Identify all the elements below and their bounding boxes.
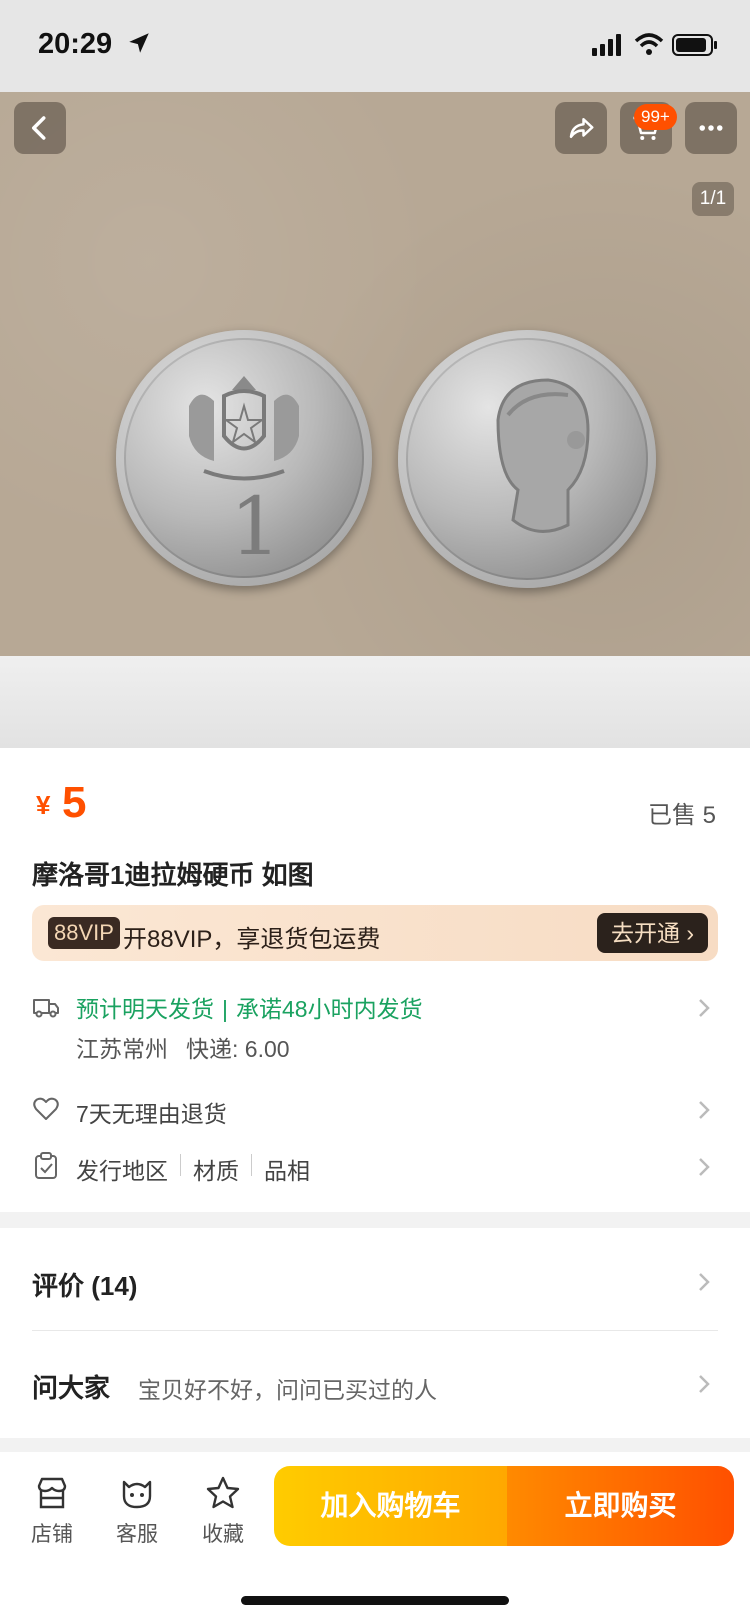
heart-icon xyxy=(33,1097,59,1120)
share-button[interactable] xyxy=(555,102,607,154)
param-divider xyxy=(180,1154,181,1176)
image-bottom-fade xyxy=(0,656,750,748)
ask-hint: 宝贝好不好，问问已买过的人 xyxy=(138,1377,437,1403)
home-indicator[interactable] xyxy=(241,1596,509,1605)
vip-promo-banner[interactable]: 88VIP 开88VIP，享退货包运费 去开通 › xyxy=(32,905,718,961)
cart-count-badge: 99+ xyxy=(634,104,677,130)
price-currency: ¥ xyxy=(36,790,51,820)
param-item: 发行地区 xyxy=(76,1158,168,1184)
king-portrait-icon xyxy=(496,378,590,533)
chevron-right-icon[interactable] xyxy=(696,1270,712,1294)
shipping-fee: 快递: 6.00 xyxy=(186,1036,290,1062)
vip-text: 开88VIP，享退货包运费 xyxy=(123,926,381,953)
chevron-left-icon xyxy=(32,116,46,140)
delivery-truck-icon xyxy=(33,999,59,1018)
vip-tag: 88VIP xyxy=(48,917,120,949)
chevron-right-icon[interactable] xyxy=(696,1098,712,1122)
star-icon xyxy=(206,1476,240,1509)
service-tab[interactable]: 客服 xyxy=(107,1474,167,1548)
more-button[interactable] xyxy=(685,102,737,154)
clipboard-check-icon xyxy=(35,1152,57,1179)
coin-obverse-image xyxy=(398,330,656,588)
shop-tab[interactable]: 店铺 xyxy=(22,1474,82,1548)
battery-icon xyxy=(672,34,717,56)
shipping-promise: 承诺48小时内发货 xyxy=(235,996,423,1022)
shipping-separator: | xyxy=(222,996,228,1022)
product-info-card xyxy=(0,748,750,1212)
reviews-title[interactable]: 评价 (14) xyxy=(32,1266,137,1303)
image-page-indicator: 1/1 xyxy=(692,182,734,216)
sold-count: 已售 5 xyxy=(647,802,716,829)
favorite-label: 收藏 xyxy=(202,1523,244,1546)
param-item: 材质 xyxy=(193,1158,239,1184)
ask-title[interactable]: 问大家 xyxy=(32,1368,110,1405)
chevron-right-icon[interactable] xyxy=(696,996,712,1020)
product-image[interactable]: 1 xyxy=(0,92,750,656)
location-arrow-icon xyxy=(129,33,149,53)
status-time: 20:29 xyxy=(38,28,113,60)
coin-denomination: 1 xyxy=(230,480,281,573)
favorite-tab[interactable]: 收藏 xyxy=(193,1474,253,1548)
more-dots-icon xyxy=(699,125,723,131)
signal-icon xyxy=(592,34,621,56)
status-bar: 20:29 xyxy=(0,0,750,92)
share-icon xyxy=(569,118,594,138)
chevron-right-icon[interactable] xyxy=(696,1372,712,1396)
coin-reverse-image: 1 xyxy=(116,330,372,586)
chevron-right-icon[interactable] xyxy=(696,1155,712,1179)
shipping-origin-row: 江苏常州 快递: 6.00 xyxy=(76,1030,290,1064)
product-title: 摩洛哥1迪拉姆硬币 如图 xyxy=(32,860,314,890)
shipping-origin: 江苏常州 xyxy=(76,1036,168,1062)
param-divider xyxy=(251,1154,252,1176)
add-to-cart-button[interactable]: 加入购物车 xyxy=(274,1466,507,1546)
reviews-card xyxy=(0,1228,750,1438)
service-label: 客服 xyxy=(116,1523,158,1546)
vip-activate-button[interactable]: 去开通 › xyxy=(596,913,708,953)
wifi-icon xyxy=(634,33,664,55)
buy-now-button[interactable]: 立即购买 xyxy=(507,1466,734,1546)
shipping-row[interactable]: 预计明天发货 | 承诺48小时内发货 xyxy=(76,990,423,1024)
product-price: 5 xyxy=(62,778,87,827)
divider xyxy=(32,1330,718,1331)
store-icon xyxy=(37,1477,67,1509)
back-button[interactable] xyxy=(14,102,66,154)
product-params-row[interactable]: 发行地区 材质 品相 xyxy=(76,1152,310,1186)
customer-service-icon xyxy=(122,1480,152,1509)
shop-label: 店铺 xyxy=(31,1523,73,1546)
return-policy[interactable]: 7天无理由退货 xyxy=(76,1095,227,1129)
param-item: 品相 xyxy=(264,1158,310,1184)
shipping-estimate: 预计明天发货 xyxy=(76,996,214,1022)
coat-of-arms-icon xyxy=(189,376,299,481)
